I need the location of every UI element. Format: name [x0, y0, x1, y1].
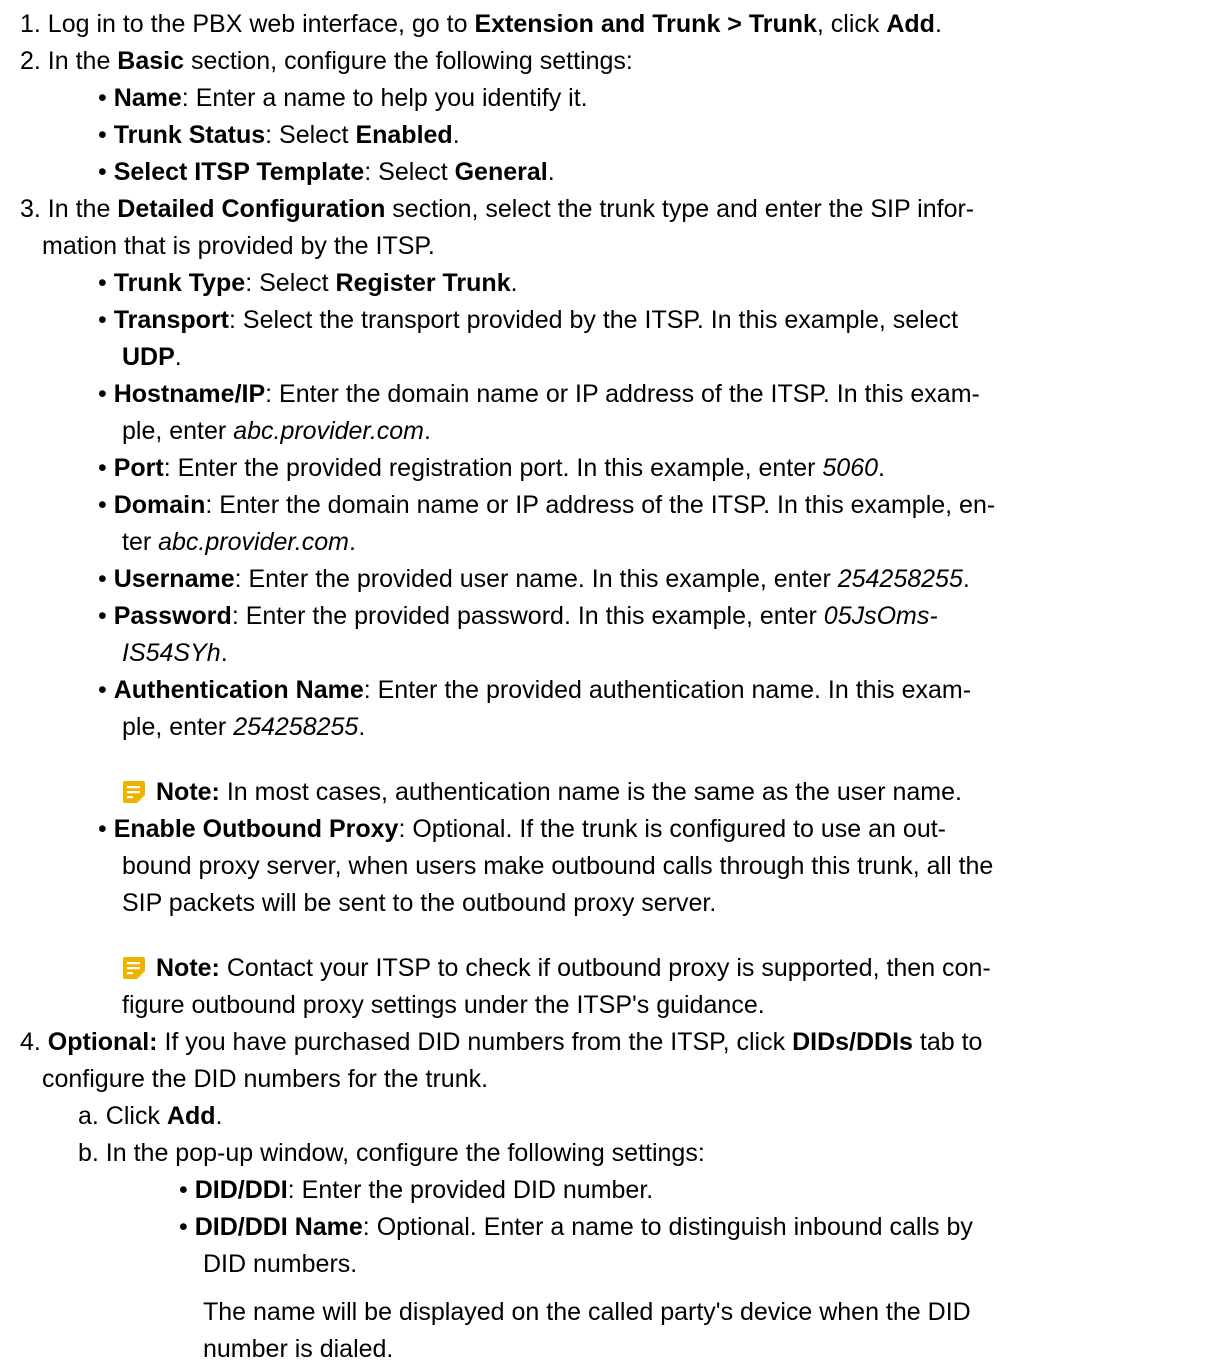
- bullet-trunk-status: • Trunk Status: Select Enabled.: [98, 121, 460, 149]
- bullet-did-name-cont: DID numbers.: [203, 1250, 358, 1278]
- step-1: 1. Log in to the PBX web interface, go t…: [20, 10, 942, 38]
- note-proxy-cont: figure outbound proxy settings under the…: [122, 991, 765, 1019]
- step-3: 3. In the Detailed Configuration section…: [20, 195, 975, 223]
- step-4: 4. Optional: If you have purchased DID n…: [20, 1028, 983, 1056]
- bullet-outbound-proxy: • Enable Outbound Proxy: Optional. If th…: [98, 815, 946, 843]
- bullet-transport: • Transport: Select the transport provid…: [98, 306, 959, 334]
- document-page: 1. Log in to the PBX web interface, go t…: [0, 0, 1215, 1363]
- bullet-domain: • Domain: Enter the domain name or IP ad…: [98, 491, 996, 519]
- bullet-trunk-type: • Trunk Type: Select Register Trunk.: [98, 269, 518, 297]
- note-auth: Note: In most cases, authentication name…: [0, 774, 1215, 811]
- did-name-paragraph-1: The name will be displayed on the called…: [203, 1298, 971, 1326]
- bullet-did: • DID/DDI: Enter the provided DID number…: [179, 1176, 654, 1204]
- bullet-password: • Password: Enter the provided password.…: [98, 602, 938, 630]
- bullet-hostname-cont: ple, enter abc.provider.com.: [122, 417, 431, 445]
- substep-a: a. Click Add.: [78, 1102, 223, 1130]
- substep-b: b. In the pop-up window, configure the f…: [78, 1139, 705, 1167]
- bullet-outbound-proxy-cont-2: SIP packets will be sent to the outbound…: [122, 889, 717, 917]
- bullet-outbound-proxy-cont-1: bound proxy server, when users make outb…: [122, 852, 994, 880]
- step-4-cont: configure the DID numbers for the trunk.: [42, 1065, 489, 1093]
- step-2: 2. In the Basic section, configure the f…: [20, 47, 633, 75]
- note-icon: [122, 956, 146, 980]
- bullet-auth-name: • Authentication Name: Enter the provide…: [98, 676, 972, 704]
- did-name-paragraph-2: number is dialed.: [203, 1335, 394, 1363]
- bullet-password-cont: IS54SYh.: [122, 639, 228, 667]
- step-3-cont: mation that is provided by the ITSP.: [42, 232, 435, 260]
- note-icon: [122, 780, 146, 804]
- bullet-auth-name-cont: ple, enter 254258255.: [122, 713, 366, 741]
- bullet-hostname: • Hostname/IP: Enter the domain name or …: [98, 380, 980, 408]
- bullet-itsp-template: • Select ITSP Template: Select General.: [98, 158, 555, 186]
- bullet-username: • Username: Enter the provided user name…: [98, 565, 970, 593]
- bullet-name: • Name: Enter a name to help you identif…: [98, 84, 588, 112]
- bullet-domain-cont: ter abc.provider.com.: [122, 528, 356, 556]
- note-proxy: Note: Contact your ITSP to check if outb…: [0, 950, 1215, 987]
- bullet-transport-cont: UDP.: [122, 343, 182, 371]
- bullet-port: • Port: Enter the provided registration …: [98, 454, 885, 482]
- bullet-did-name: • DID/DDI Name: Optional. Enter a name t…: [179, 1213, 973, 1241]
